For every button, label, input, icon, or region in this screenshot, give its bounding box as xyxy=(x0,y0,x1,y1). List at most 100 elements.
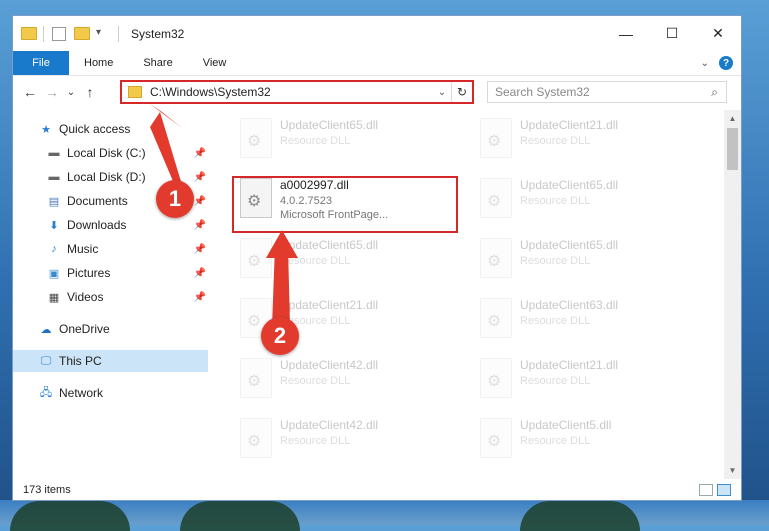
dll-file-icon: ⚙ xyxy=(240,418,272,458)
tiles-view-icon[interactable] xyxy=(717,484,731,496)
file-name: UpdateClient65.dll xyxy=(280,118,379,132)
sidebar-item-music[interactable]: ♪ Music 📌 xyxy=(13,238,208,260)
list-item[interactable]: ⚙ UpdateClient42.dll Resource DLL xyxy=(218,412,444,470)
details-view-icon[interactable] xyxy=(699,484,713,496)
search-input[interactable]: Search System32 ⌕ xyxy=(487,81,727,103)
list-item[interactable]: ⚙ UpdateClient5.dll Resource DLL xyxy=(458,412,684,470)
gear-icon: ⚙ xyxy=(487,133,502,150)
list-item[interactable]: ⚙ UpdateClient21.dll Resource DLL xyxy=(458,112,684,170)
gear-icon: ⚙ xyxy=(247,373,262,390)
sidebar-item-onedrive[interactable]: ☁ OneDrive xyxy=(13,318,208,340)
pin-icon: 📌 xyxy=(193,291,206,303)
dll-file-icon: ⚙ xyxy=(240,118,272,158)
file-type: Resource DLL xyxy=(520,315,591,327)
videos-icon: ▦ xyxy=(48,291,60,304)
view-toggle xyxy=(699,484,731,496)
title-bar: ▾ System32 — ☐ ✕ xyxy=(13,16,741,51)
list-item[interactable]: ⚙ UpdateClient65.dll Resource DLL xyxy=(218,232,444,290)
search-placeholder[interactable]: Search System32 xyxy=(495,85,711,99)
file-type: Resource DLL xyxy=(280,375,351,387)
pin-icon: 📌 xyxy=(193,147,206,159)
sidebar-item-local-disk-c[interactable]: ▬ Local Disk (C:) 📌 xyxy=(13,142,208,164)
palm-tree-decoration xyxy=(180,501,300,531)
file-type: Resource DLL xyxy=(280,255,351,267)
window-controls: — ☐ ✕ xyxy=(603,16,741,51)
list-item[interactable]: ⚙ UpdateClient65.dll Resource DLL xyxy=(458,232,684,290)
help-icon[interactable]: ? xyxy=(719,56,733,70)
dll-file-icon: ⚙ xyxy=(480,178,512,218)
refresh-icon[interactable]: ↻ xyxy=(451,82,472,102)
tab-file[interactable]: File xyxy=(13,51,69,75)
file-type: Resource DLL xyxy=(520,375,591,387)
close-button[interactable]: ✕ xyxy=(695,16,741,51)
customize-toolbar-icon[interactable]: ▾ xyxy=(96,27,110,41)
tab-home[interactable]: Home xyxy=(69,51,128,75)
dll-file-icon: ⚙ xyxy=(480,238,512,278)
download-icon: ⬇ xyxy=(49,219,59,232)
recent-locations-button[interactable]: ⌄ xyxy=(63,87,79,98)
gear-icon: ⚙ xyxy=(247,313,262,330)
file-explorer-window: ▾ System32 — ☐ ✕ File Home Share View ⌄ … xyxy=(12,15,742,501)
tab-share[interactable]: Share xyxy=(128,51,187,75)
minimize-button[interactable]: — xyxy=(603,16,649,51)
scroll-down-icon[interactable]: ▼ xyxy=(724,462,741,479)
sidebar-item-label: Quick access xyxy=(59,122,131,136)
file-name: UpdateClient21.dll xyxy=(520,358,619,372)
file-highlight-box xyxy=(232,176,458,233)
chevron-down-icon[interactable]: ⌄ xyxy=(433,87,451,98)
scroll-up-icon[interactable]: ▲ xyxy=(724,110,741,127)
maximize-button[interactable]: ☐ xyxy=(649,16,695,51)
search-icon[interactable]: ⌕ xyxy=(711,85,718,100)
vertical-scrollbar[interactable]: ▲ ▼ xyxy=(724,110,741,479)
ribbon-tabs: File Home Share View ⌄ ? xyxy=(13,51,741,76)
step-1-callout: 1 xyxy=(156,180,194,218)
file-type: Resource DLL xyxy=(520,435,591,447)
list-item[interactable]: ⚙ UpdateClient21.dll Resource DLL xyxy=(458,352,684,410)
list-item[interactable]: ⚙ UpdateClient42.dll Resource DLL xyxy=(218,352,444,410)
desktop-background xyxy=(0,500,769,531)
file-name: UpdateClient21.dll xyxy=(280,298,379,312)
file-type: Resource DLL xyxy=(280,135,351,147)
gear-icon: ⚙ xyxy=(487,253,502,270)
up-button[interactable]: ↑ xyxy=(79,84,101,100)
pin-icon: 📌 xyxy=(193,219,206,231)
scrollbar-thumb[interactable] xyxy=(727,128,738,170)
list-item[interactable]: ⚙ UpdateClient21.dll Resource DLL xyxy=(218,292,444,350)
list-item[interactable]: ⚙ UpdateClient65.dll Resource DLL xyxy=(218,112,444,170)
network-icon: 🖧 xyxy=(39,386,53,399)
list-item[interactable]: ⚙ UpdateClient65.dll Resource DLL xyxy=(458,172,684,230)
address-bar[interactable]: C:\Windows\System32 ⌄ ↻ xyxy=(120,80,474,104)
ribbon-right-controls: ⌄ ? xyxy=(701,51,741,75)
sidebar-item-network[interactable]: 🖧 Network xyxy=(13,382,208,404)
sidebar-item-this-pc[interactable]: 🖵 This PC xyxy=(13,350,208,372)
forward-button[interactable]: → xyxy=(41,84,63,100)
new-folder-icon[interactable] xyxy=(74,26,90,41)
dll-file-icon: ⚙ xyxy=(480,358,512,398)
back-button[interactable]: ← xyxy=(19,84,41,100)
palm-tree-decoration xyxy=(10,501,130,531)
sidebar-item-pictures[interactable]: ▣ Pictures 📌 xyxy=(13,262,208,284)
tab-view[interactable]: View xyxy=(188,51,242,75)
file-name: UpdateClient65.dll xyxy=(280,238,379,252)
dll-file-icon: ⚙ xyxy=(480,418,512,458)
sidebar-item-label: Downloads xyxy=(67,218,127,232)
address-path[interactable]: C:\Windows\System32 xyxy=(150,85,433,99)
properties-icon[interactable] xyxy=(52,26,66,41)
expand-ribbon-icon[interactable]: ⌄ xyxy=(701,58,709,69)
sidebar-item-label: Local Disk (C:) xyxy=(67,146,146,160)
gear-icon: ⚙ xyxy=(487,433,502,450)
file-name: UpdateClient21.dll xyxy=(520,118,619,132)
sidebar-item-videos[interactable]: ▦ Videos 📌 xyxy=(13,286,208,308)
dll-file-icon: ⚙ xyxy=(480,118,512,158)
sidebar-item-label: Network xyxy=(59,386,104,400)
gear-icon: ⚙ xyxy=(247,133,262,150)
drive-icon: ▬ xyxy=(48,171,60,183)
file-name: UpdateClient42.dll xyxy=(280,418,379,432)
file-type: Resource DLL xyxy=(520,195,591,207)
file-name: UpdateClient5.dll xyxy=(520,418,612,432)
list-item[interactable]: ⚙ UpdateClient63.dll Resource DLL xyxy=(458,292,684,350)
divider xyxy=(118,25,119,42)
sidebar-item-label: Videos xyxy=(67,290,104,304)
sidebar-item-quick-access[interactable]: ★ Quick access xyxy=(13,118,208,140)
music-icon: ♪ xyxy=(51,243,57,255)
